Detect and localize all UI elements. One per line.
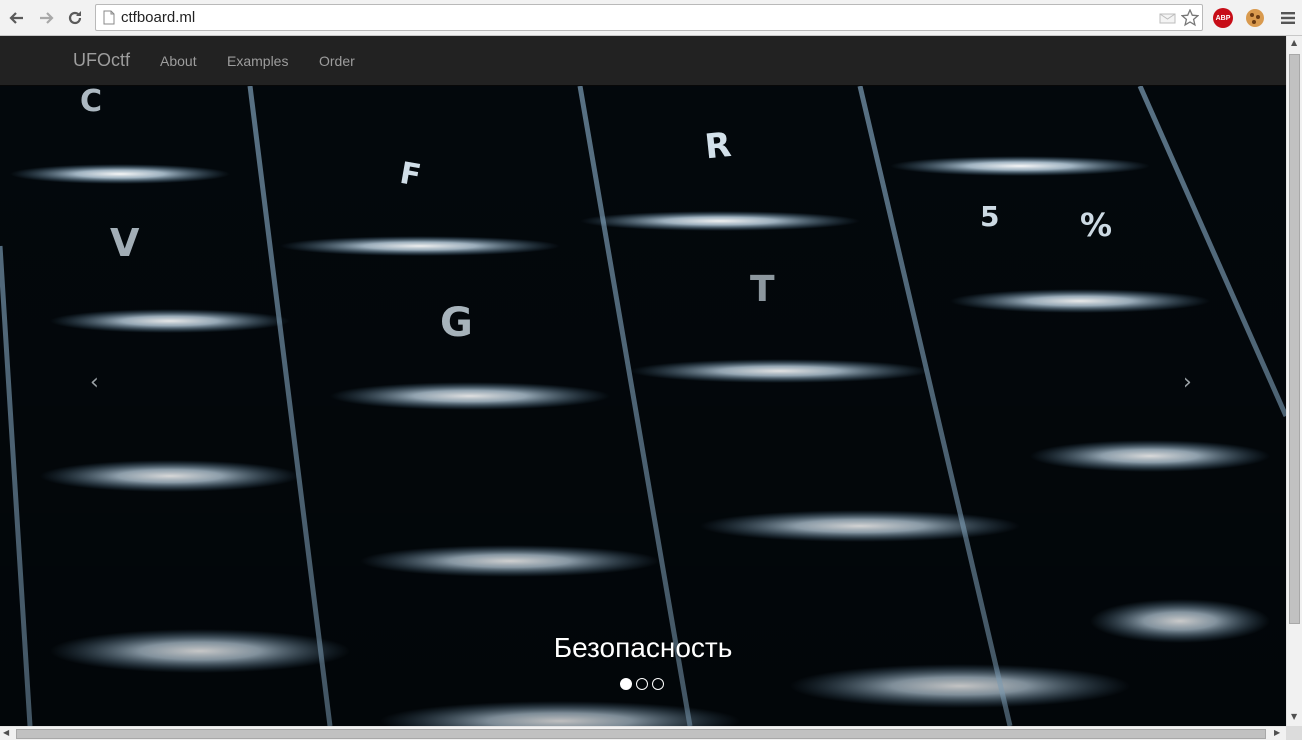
carousel-indicator-3[interactable] <box>652 678 664 690</box>
vertical-scrollbar[interactable]: ▲ ▼ <box>1286 36 1302 726</box>
browser-toolbar: ctfboard.ml ABP <box>0 0 1302 36</box>
cookie-icon[interactable] <box>1244 7 1266 29</box>
nav-link-about[interactable]: About <box>160 53 197 69</box>
navbar-brand[interactable]: UFOctf <box>73 50 130 71</box>
back-arrow-icon[interactable] <box>6 7 28 29</box>
vertical-scroll-thumb[interactable] <box>1289 54 1300 624</box>
carousel-indicator-2[interactable] <box>636 678 648 690</box>
scroll-up-arrow-icon[interactable]: ▲ <box>1291 38 1297 47</box>
nav-link-examples[interactable]: Examples <box>227 53 288 69</box>
horizontal-scrollbar[interactable]: ◀ ▶ <box>0 726 1286 740</box>
horizontal-scroll-thumb[interactable] <box>16 729 1266 739</box>
site-navbar: UFOctf About Examples Order <box>0 36 1286 86</box>
scroll-down-arrow-icon[interactable]: ▼ <box>1291 712 1297 721</box>
hero-carousel: R F 5 % V G T C ‹ › Безопасность <box>0 86 1286 726</box>
scroll-right-arrow-icon[interactable]: ▶ <box>1274 728 1280 737</box>
hamburger-menu-icon[interactable] <box>1277 7 1299 29</box>
url-text[interactable]: ctfboard.ml <box>121 9 195 26</box>
mail-icon[interactable] <box>1158 8 1178 28</box>
carousel-next-control[interactable]: › <box>1183 370 1192 395</box>
page-viewport: UFOctf About Examples Order ‹ › Безопасн… <box>0 36 1286 726</box>
carousel-indicator-1[interactable] <box>620 678 632 690</box>
address-bar[interactable]: ctfboard.ml <box>95 4 1203 31</box>
reload-icon[interactable] <box>64 7 86 29</box>
bookmark-star-icon[interactable] <box>1180 8 1200 28</box>
carousel-indicators <box>620 678 664 690</box>
adblock-icon[interactable]: ABP <box>1212 7 1234 29</box>
keyboard-background-image: R F 5 % V G T C <box>0 86 1286 726</box>
forward-arrow-icon[interactable] <box>35 7 57 29</box>
page-icon <box>103 10 115 25</box>
carousel-prev-control[interactable]: ‹ <box>90 370 99 395</box>
scrollbar-corner <box>1286 726 1302 740</box>
scroll-left-arrow-icon[interactable]: ◀ <box>3 728 9 737</box>
carousel-caption: Безопасность <box>553 632 733 663</box>
nav-link-order[interactable]: Order <box>319 53 355 69</box>
